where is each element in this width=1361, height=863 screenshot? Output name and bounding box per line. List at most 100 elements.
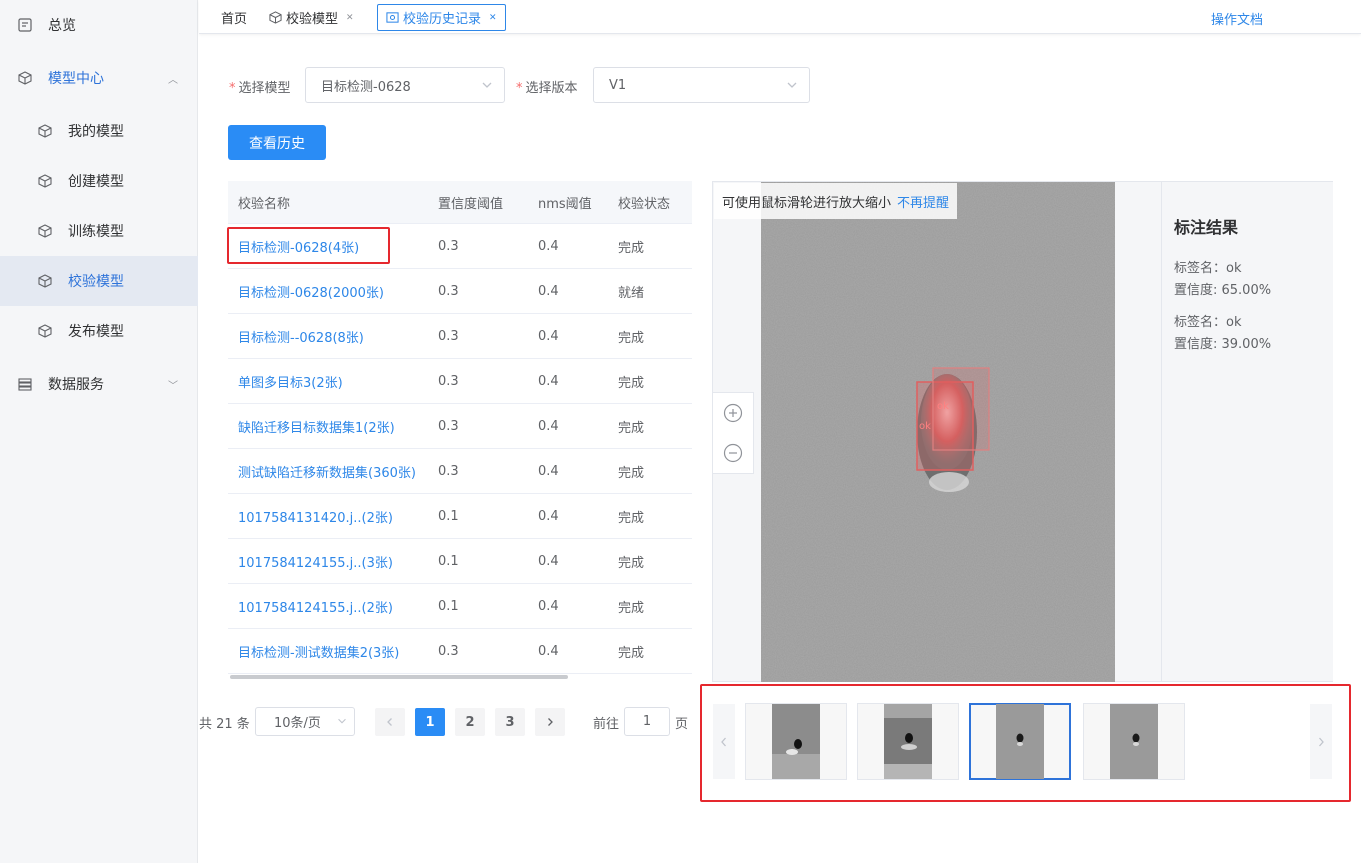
close-icon[interactable]: ✕ — [489, 13, 497, 23]
cube-icon — [269, 11, 282, 24]
zoom-in-icon[interactable] — [723, 403, 743, 423]
thumbnail[interactable] — [857, 703, 959, 780]
table-row[interactable]: 目标检测-0628(2000张) 0.3 0.4 就绪 — [228, 269, 692, 314]
page-button-2[interactable]: 2 — [455, 708, 485, 736]
row-name-link[interactable]: 1017584124155.j..(2张) — [228, 597, 428, 616]
row-name-link[interactable]: 缺陷迁移目标数据集1(2张) — [228, 417, 428, 436]
row-conf: 0.3 — [438, 463, 459, 479]
sidebar-item-publish-model[interactable]: 发布模型 — [0, 306, 198, 356]
table-row[interactable]: 目标检测-测试数据集2(3张) 0.3 0.4 完成 — [228, 629, 692, 674]
inspection-image[interactable]: ok ok — [761, 182, 1115, 682]
sidebar-item-create-model[interactable]: 创建模型 — [0, 156, 198, 206]
sidebar-group-label: 模型中心 — [48, 71, 104, 87]
table-row[interactable]: 单图多目标3(2张) 0.3 0.4 完成 — [228, 359, 692, 404]
sidebar-group-data-service[interactable]: 数据服务 ﹀ — [0, 359, 198, 409]
row-name-link[interactable]: 目标检测-0628(4张) — [228, 237, 428, 256]
zoom-tip: 可使用鼠标滑轮进行放大缩小 不再提醒 — [714, 183, 958, 219]
row-conf: 0.3 — [438, 418, 459, 434]
sidebar-item-my-models[interactable]: 我的模型 — [0, 106, 198, 156]
sidebar-item-label: 训练模型 — [68, 224, 124, 240]
horizontal-scrollbar[interactable] — [230, 675, 568, 679]
row-status: 完成 — [618, 330, 645, 346]
row-name-link[interactable]: 目标检测-测试数据集2(3张) — [228, 642, 428, 661]
thumbnail[interactable] — [1083, 703, 1185, 780]
history-icon — [386, 11, 399, 24]
sidebar-item-overview[interactable]: 总览 — [0, 0, 198, 50]
result-title: 标注结果 — [1174, 218, 1239, 237]
zoom-tip-text: 可使用鼠标滑轮进行放大缩小 — [722, 195, 892, 211]
row-status: 完成 — [618, 465, 645, 481]
chevron-left-icon — [387, 718, 392, 726]
row-conf: 0.3 — [438, 238, 459, 254]
table-row[interactable]: 测试缺陷迁移新数据集(360张) 0.3 0.4 完成 — [228, 449, 692, 494]
sidebar-group-model-center[interactable]: 模型中心 ︿ — [0, 53, 198, 103]
row-name-link[interactable]: 测试缺陷迁移新数据集(360张) — [228, 462, 428, 481]
result-confidence: 置信度: 39.00% — [1174, 337, 1272, 352]
result-label: 标签名：ok — [1174, 315, 1242, 330]
zoom-out-icon[interactable] — [723, 443, 743, 463]
page-size-value: 10条/页 — [274, 716, 321, 731]
row-conf: 0.3 — [438, 373, 459, 389]
result-label: 标签名：ok — [1174, 261, 1242, 276]
model-select[interactable]: 目标检测-0628 — [305, 67, 505, 103]
cube-icon — [17, 70, 33, 86]
row-nms: 0.4 — [538, 643, 559, 659]
tab-history[interactable]: 校验历史记录 ✕ — [377, 4, 506, 31]
sidebar-item-train-model[interactable]: 训练模型 — [0, 206, 198, 256]
table-row[interactable]: 目标检测--0628(8张) 0.3 0.4 完成 — [228, 314, 692, 359]
cube-check-icon — [37, 273, 53, 289]
row-conf: 0.3 — [438, 283, 459, 299]
required-mark: * — [516, 81, 523, 96]
chevron-left-icon — [721, 737, 726, 746]
dismiss-tip-link[interactable]: 不再提醒 — [897, 192, 949, 211]
image-viewer[interactable]: ok ok 可使用鼠标滑轮进行放大缩小 不再提醒 标注结果 标签名：ok 置信度… — [712, 181, 1333, 682]
thumbnail-strip — [700, 684, 1351, 802]
database-icon — [17, 376, 33, 392]
row-nms: 0.4 — [538, 418, 559, 434]
thumbnail-next-button[interactable] — [1310, 704, 1332, 779]
row-conf: 0.1 — [438, 598, 459, 614]
page-size-select[interactable]: 10条/页 — [255, 707, 355, 736]
table-row[interactable]: 1017584124155.j..(3张) 0.1 0.4 完成 — [228, 539, 692, 584]
tab-home[interactable]: 首页 — [221, 4, 247, 31]
chevron-down-icon — [787, 82, 797, 88]
view-history-button[interactable]: 查看历史 — [228, 125, 326, 160]
page-button-1[interactable]: 1 — [415, 708, 445, 736]
chevron-down-icon — [338, 718, 346, 724]
zoom-controls — [713, 392, 754, 474]
sidebar-item-verify-model[interactable]: 校验模型 — [0, 256, 198, 306]
row-name-link[interactable]: 目标检测--0628(8张) — [228, 327, 428, 346]
table-row[interactable]: 1017584131420.j..(2张) 0.1 0.4 完成 — [228, 494, 692, 539]
history-table: 校验名称 置信度阈值 nms阈值 校验状态 目标检测-0628(4张) 0.3 0.… — [228, 181, 692, 674]
row-name-link[interactable]: 目标检测-0628(2000张) — [228, 282, 428, 301]
thumbnail-prev-button[interactable] — [713, 704, 735, 779]
version-select[interactable]: V1 — [593, 67, 810, 103]
model-select-label: * 选择模型 — [229, 81, 291, 96]
column-header: 置信度阈值 — [438, 196, 504, 212]
close-icon[interactable]: ✕ — [346, 13, 354, 23]
row-status: 完成 — [618, 420, 645, 436]
tab-verify-model[interactable]: 校验模型 ✕ — [269, 4, 354, 31]
row-conf: 0.3 — [438, 643, 459, 659]
row-nms: 0.4 — [538, 238, 559, 254]
table-row[interactable]: 缺陷迁移目标数据集1(2张) 0.3 0.4 完成 — [228, 404, 692, 449]
next-page-button[interactable] — [535, 708, 565, 736]
prev-page-button[interactable] — [375, 708, 405, 736]
table-row[interactable]: 1017584124155.j..(2张) 0.1 0.4 完成 — [228, 584, 692, 629]
row-status: 完成 — [618, 555, 645, 571]
table-row[interactable]: 目标检测-0628(4张) 0.3 0.4 完成 — [228, 224, 692, 269]
row-name-link[interactable]: 单图多目标3(2张) — [228, 372, 428, 391]
sidebar-item-label: 发布模型 — [68, 324, 124, 340]
row-conf: 0.1 — [438, 553, 459, 569]
docs-link[interactable]: 操作文档 — [1211, 9, 1263, 28]
row-nms: 0.4 — [538, 598, 559, 614]
row-name-link[interactable]: 1017584124155.j..(3张) — [228, 552, 428, 571]
row-conf: 0.1 — [438, 508, 459, 524]
row-status: 就绪 — [618, 285, 645, 301]
thumbnail[interactable] — [745, 703, 847, 780]
thumbnail-selected[interactable] — [969, 703, 1071, 780]
goto-page-input[interactable]: 1 — [624, 707, 670, 736]
row-name-link[interactable]: 1017584131420.j..(2张) — [228, 507, 428, 526]
page-button-3[interactable]: 3 — [495, 708, 525, 736]
cube-plus-icon — [37, 173, 53, 189]
